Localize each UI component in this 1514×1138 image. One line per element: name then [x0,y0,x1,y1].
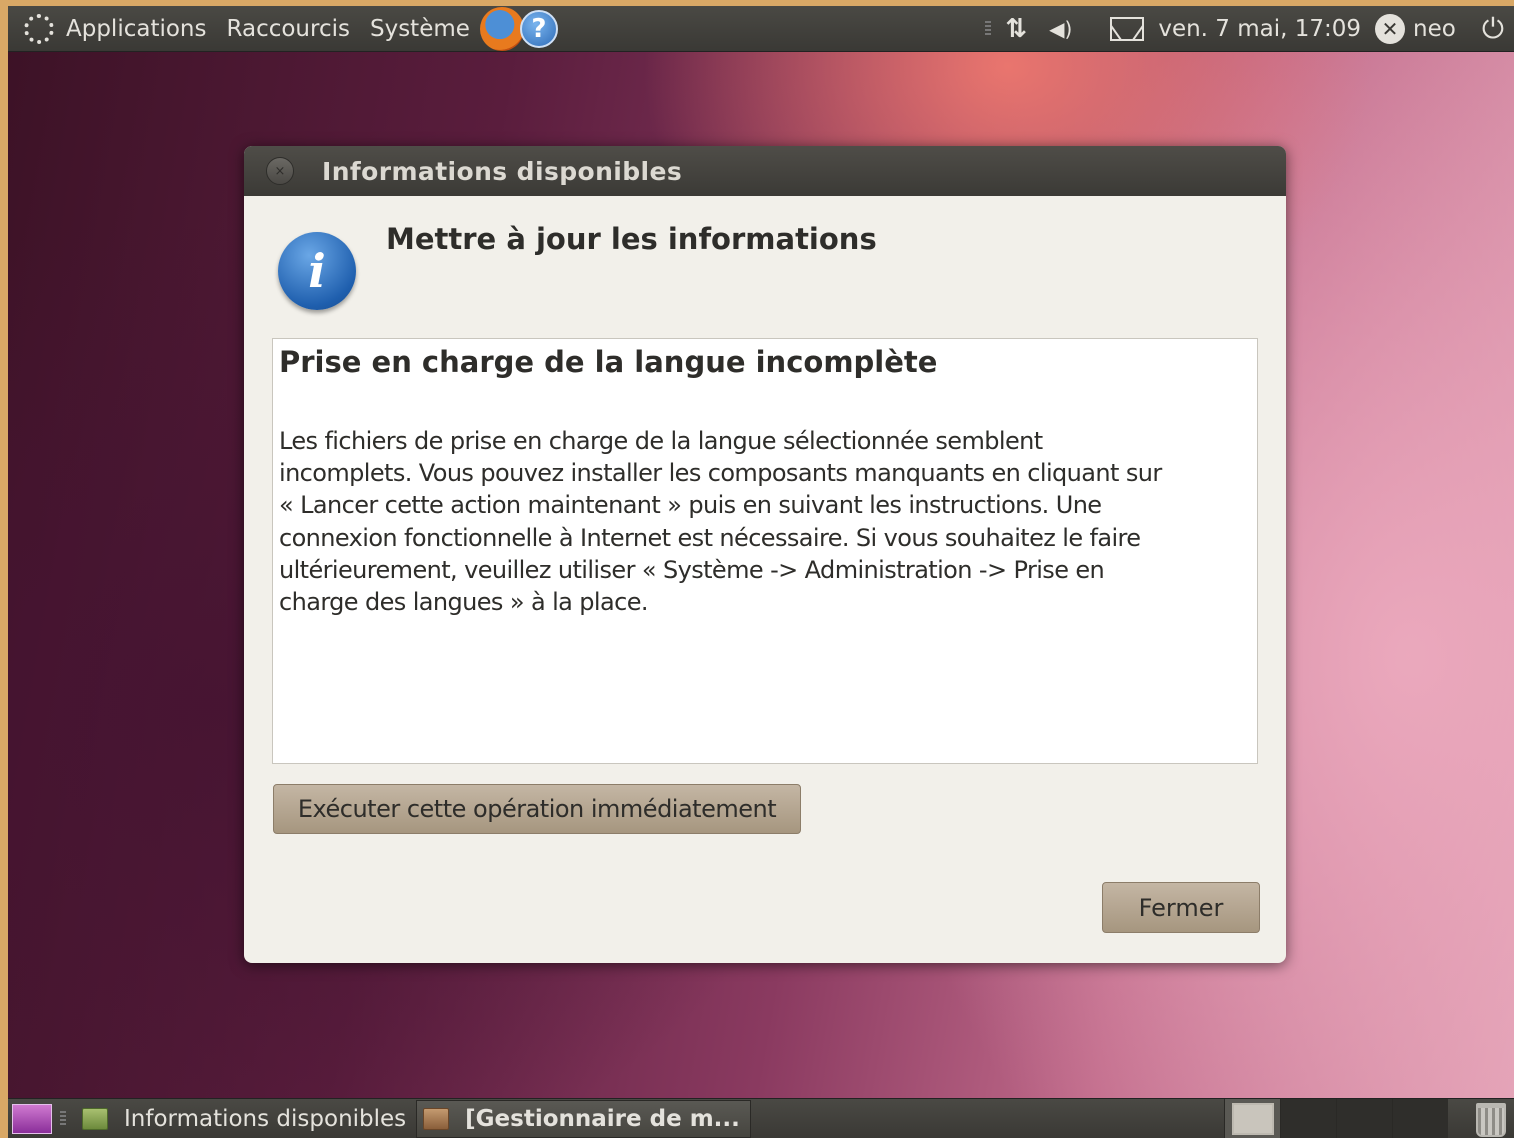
firefox-icon[interactable] [479,6,524,51]
run-now-button[interactable]: Exécuter cette opération immédiatement [273,784,801,834]
volume-icon[interactable]: ◀) [1049,17,1072,41]
help-icon[interactable]: ? [519,9,558,48]
taskbar-item-informations[interactable]: Informations disponibles [76,1100,416,1138]
workspace-3[interactable] [1336,1099,1392,1138]
message-line: incomplets. Vous pouvez installer les co… [279,459,1162,488]
dialog-heading: Mettre à jour les informations [386,222,877,256]
dialog-titlebar[interactable]: × Informations disponibles [244,146,1286,196]
menu-systeme[interactable]: Système [370,16,470,42]
workspace-1[interactable] [1224,1099,1280,1138]
close-button[interactable]: Fermer [1102,882,1260,933]
message-line: « Lancer cette action maintenant » puis … [279,491,1102,520]
panel-handle [60,1110,66,1127]
info-dialog: × Informations disponibles i Mettre à jo… [244,146,1286,963]
dialog-header: i Mettre à jour les informations [244,196,1286,338]
bottom-panel: Informations disponibles [Gestionnaire d… [8,1098,1514,1138]
mail-icon[interactable] [1110,16,1145,41]
ubuntu-logo-icon[interactable] [24,13,54,44]
package-icon [423,1107,450,1130]
message-box: Prise en charge de la langue incomplète … [272,338,1258,764]
workspace-2[interactable] [1280,1099,1336,1138]
desktop: Applications Raccourcis Système ? ⇅ ◀) v… [8,6,1514,1138]
close-icon[interactable]: × [266,157,294,185]
message-line: ultérieurement, veuillez utiliser « Syst… [279,555,1105,584]
workspace-4[interactable] [1392,1099,1448,1138]
menu-raccourcis[interactable]: Raccourcis [227,16,350,42]
taskbar-item-gestionnaire[interactable]: [Gestionnaire de m... [416,1099,751,1138]
menu-applications[interactable]: Applications [66,16,207,42]
info-icon: i [278,232,356,310]
trash-icon[interactable] [1476,1103,1506,1137]
clock[interactable]: ven. 7 mai, 17:09 [1158,16,1361,42]
user-status-icon[interactable]: ✕ [1375,13,1406,44]
workspace-switcher [1224,1099,1448,1138]
message-line: Les fichiers de prise en charge de la la… [279,427,1043,455]
message-line: charge des langues » à la place. [279,588,649,617]
message-body: Les fichiers de prise en charge de la la… [279,425,1239,618]
power-icon[interactable]: ⏻ [1482,12,1504,46]
window-icon [82,1107,108,1130]
taskbar-item-label: Informations disponibles [124,1105,407,1132]
top-panel: Applications Raccourcis Système ? ⇅ ◀) v… [8,6,1514,52]
network-icon[interactable]: ⇅ [1005,14,1027,44]
username[interactable]: neo [1413,16,1456,42]
message-line: connexion fonctionnelle à Internet est n… [279,523,1141,552]
taskbar-item-label: [Gestionnaire de m... [465,1105,740,1132]
show-desktop-icon[interactable] [12,1103,52,1134]
message-title: Prise en charge de la langue incomplète [279,345,938,379]
dialog-title: Informations disponibles [322,156,683,186]
panel-handle [985,20,992,37]
